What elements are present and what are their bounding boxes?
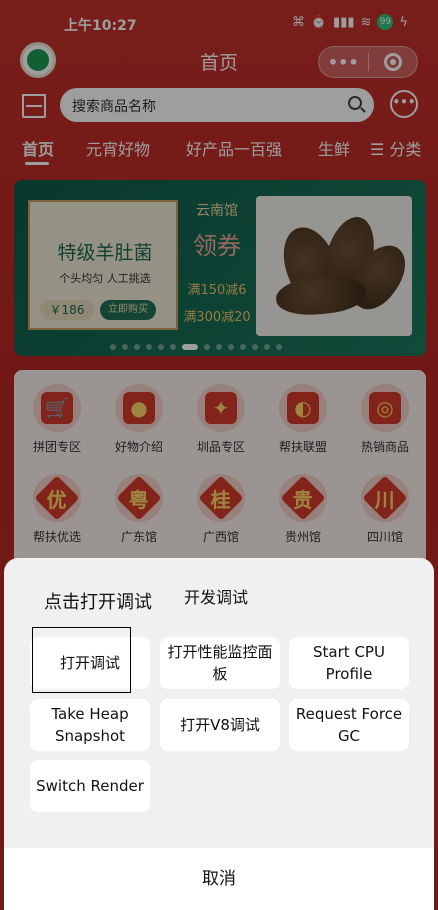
- open-perf-panel-button[interactable]: 打开性能监控面板: [160, 637, 280, 689]
- cancel-button[interactable]: 取消: [4, 848, 434, 910]
- debug-action-sheet: 点击打开调试 开发调试 打开调试 打开性能监控面板 Start CPU Prof…: [4, 558, 434, 910]
- sheet-hint: 点击打开调试: [44, 592, 152, 613]
- switch-render-button[interactable]: Switch Render: [30, 760, 150, 812]
- open-v8-debug-button[interactable]: 打开V8调试: [160, 699, 280, 751]
- take-heap-snapshot-button[interactable]: Take Heap Snapshot: [30, 699, 150, 751]
- start-cpu-profile-button[interactable]: Start CPU Profile: [289, 637, 409, 689]
- sheet-title: 开发调试: [184, 588, 249, 607]
- open-debug-button[interactable]: 打开调试: [30, 637, 150, 689]
- request-force-gc-button[interactable]: Request Force GC: [289, 699, 409, 751]
